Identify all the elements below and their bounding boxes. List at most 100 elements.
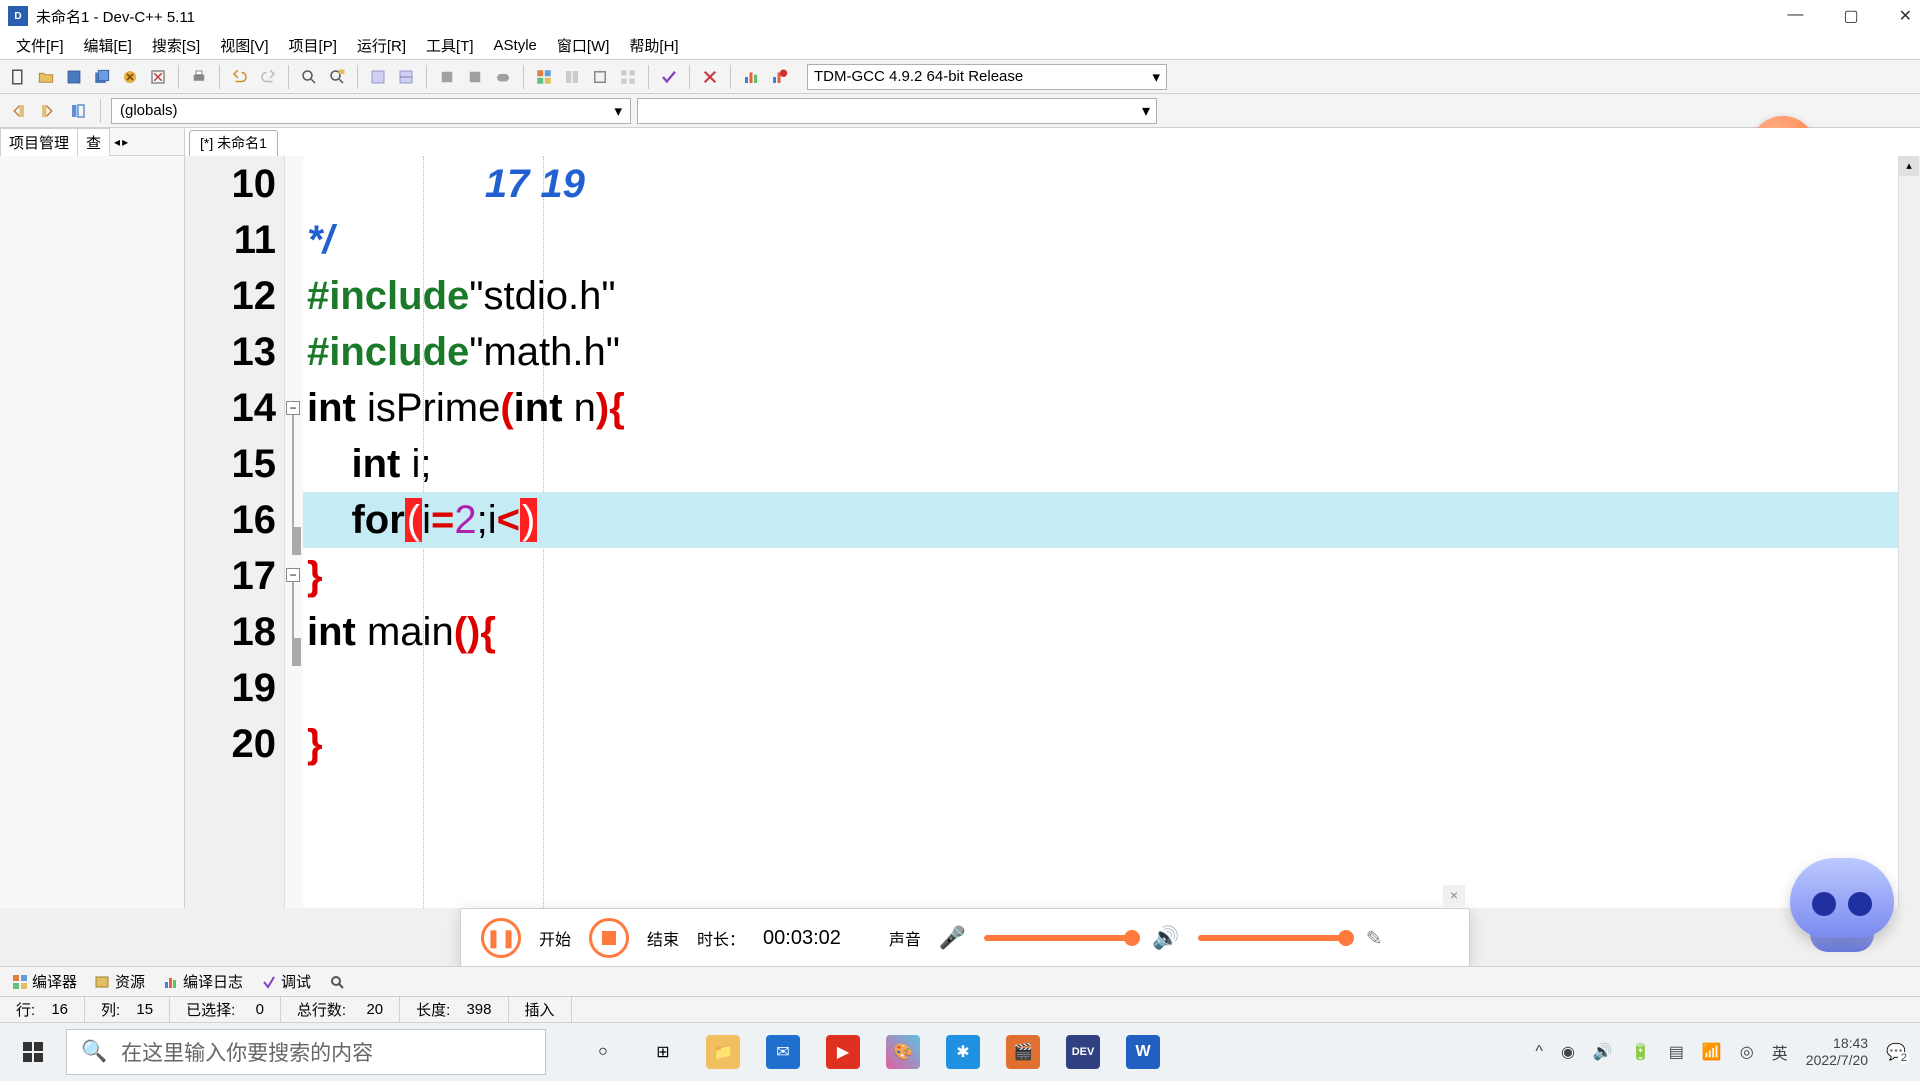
app-icon: D: [8, 6, 28, 26]
rebuild-icon[interactable]: [532, 65, 556, 89]
tab-debug[interactable]: 调试: [255, 969, 317, 994]
toggle-panel-icon[interactable]: [66, 99, 90, 123]
start-button[interactable]: [0, 1023, 66, 1081]
menu-tools[interactable]: 工具[T]: [416, 33, 484, 58]
tray-network-icon[interactable]: ▤: [1669, 1042, 1684, 1062]
class-combo[interactable]: ▾: [637, 98, 1157, 124]
pen-icon[interactable]: ✎: [1366, 926, 1383, 951]
print-icon[interactable]: [187, 65, 211, 89]
tab-nav-left-icon[interactable]: ◂: [114, 135, 120, 149]
windows-taskbar: 🔍 在这里输入你要搜索的内容 ○ ⊞ 📁 ✉ ▶ 🎨 ✱ 🎬 DEV W ^ ◉…: [0, 1022, 1920, 1080]
speaker-icon[interactable]: 🔊: [1152, 925, 1179, 951]
menu-file[interactable]: 文件[F]: [6, 33, 74, 58]
menu-bar: 文件[F] 编辑[E] 搜索[S] 视图[V] 项目[P] 运行[R] 工具[T…: [0, 32, 1920, 60]
open-file-icon[interactable]: [34, 65, 58, 89]
stop-icon[interactable]: [698, 65, 722, 89]
run-icon[interactable]: [463, 65, 487, 89]
fold-toggle-icon[interactable]: −: [286, 401, 300, 415]
mic-icon[interactable]: 🎤: [939, 925, 966, 951]
recorder-stop-label: 结束: [647, 926, 679, 950]
save-all-icon[interactable]: [90, 65, 114, 89]
menu-edit[interactable]: 编辑[E]: [74, 33, 142, 58]
tray-battery-icon[interactable]: 🔋: [1631, 1042, 1651, 1062]
tray-wifi-icon[interactable]: 📶: [1702, 1042, 1722, 1062]
tray-overflow-icon[interactable]: ^: [1535, 1043, 1543, 1061]
tab-class-view[interactable]: 查: [78, 128, 110, 156]
cortana-icon[interactable]: ○: [586, 1035, 620, 1069]
ime-language[interactable]: 英: [1772, 1040, 1788, 1064]
compiler-select[interactable]: TDM-GCC 4.9.2 64-bit Release▾: [807, 64, 1167, 90]
status-col: 15: [136, 1001, 153, 1018]
chart-icon[interactable]: [739, 65, 763, 89]
tab-nav-right-icon[interactable]: ▸: [122, 135, 128, 149]
tray-location-icon[interactable]: ◎: [1740, 1042, 1754, 1062]
goto-line-icon[interactable]: [366, 65, 390, 89]
check-icon[interactable]: [657, 65, 681, 89]
recorder-bar-close-icon[interactable]: ×: [1443, 885, 1465, 907]
menu-help[interactable]: 帮助[H]: [619, 33, 688, 58]
back-icon[interactable]: [6, 99, 30, 123]
speaker-volume-slider[interactable]: [1198, 935, 1348, 941]
grid-icon[interactable]: [616, 65, 640, 89]
maximize-button[interactable]: ▢: [1843, 6, 1858, 26]
tab-compiler[interactable]: 编译器: [6, 969, 83, 994]
new-file-icon[interactable]: [6, 65, 30, 89]
youtube-icon[interactable]: ▶: [826, 1035, 860, 1069]
menu-view[interactable]: 视图[V]: [210, 33, 278, 58]
close-all-icon[interactable]: [146, 65, 170, 89]
search-placeholder: 在这里输入你要搜索的内容: [121, 1037, 373, 1067]
replace-icon[interactable]: [325, 65, 349, 89]
recorder-start-label: 开始: [539, 926, 571, 950]
mic-volume-slider[interactable]: [984, 935, 1134, 941]
recorder-stop-button[interactable]: [589, 918, 629, 958]
bookmark-icon[interactable]: [394, 65, 418, 89]
taskbar-clock[interactable]: 18:432022/7/20: [1806, 1035, 1868, 1069]
fold-column: − −: [285, 156, 303, 908]
assistant-avatar[interactable]: [1782, 848, 1902, 968]
compiler-select-value: TDM-GCC 4.9.2 64-bit Release: [814, 68, 1023, 85]
close-button[interactable]: ✕: [1899, 6, 1912, 26]
profile-icon[interactable]: [588, 65, 612, 89]
window-title: 未命名1 - Dev-C++ 5.11: [36, 6, 1787, 27]
line-gutter: 101112 131415 161718 1920: [185, 156, 285, 908]
paint-icon[interactable]: 🎨: [886, 1035, 920, 1069]
undo-icon[interactable]: [228, 65, 252, 89]
video-editor-icon[interactable]: 🎬: [1006, 1035, 1040, 1069]
taskbar-search[interactable]: 🔍 在这里输入你要搜索的内容: [66, 1029, 546, 1075]
tab-search-results[interactable]: [323, 972, 351, 992]
globals-combo[interactable]: (globals)▾: [111, 98, 631, 124]
word-icon[interactable]: W: [1126, 1035, 1160, 1069]
compile-icon[interactable]: [435, 65, 459, 89]
devcpp-icon[interactable]: DEV: [1066, 1035, 1100, 1069]
minimize-button[interactable]: —: [1787, 6, 1803, 26]
menu-astyle[interactable]: AStyle: [484, 35, 547, 56]
tab-resources[interactable]: 资源: [89, 969, 151, 994]
menu-window[interactable]: 窗口[W]: [547, 33, 620, 58]
explorer-icon[interactable]: 📁: [706, 1035, 740, 1069]
vertical-scrollbar[interactable]: ▴: [1898, 156, 1920, 908]
file-tab[interactable]: [*] 未命名1: [189, 130, 278, 156]
notifications-icon[interactable]: 💬2: [1886, 1042, 1906, 1062]
menu-project[interactable]: 项目[P]: [279, 33, 347, 58]
save-icon[interactable]: [62, 65, 86, 89]
tray-volume-icon[interactable]: 🔊: [1593, 1042, 1613, 1062]
title-bar: D 未命名1 - Dev-C++ 5.11 — ▢ ✕: [0, 0, 1920, 32]
debug-icon[interactable]: [560, 65, 584, 89]
delete-chart-icon[interactable]: [767, 65, 791, 89]
tray-sync-icon[interactable]: ◉: [1561, 1042, 1575, 1062]
messaging-icon[interactable]: ✱: [946, 1035, 980, 1069]
tab-compile-log[interactable]: 编译日志: [157, 969, 249, 994]
forward-icon[interactable]: [36, 99, 60, 123]
menu-search[interactable]: 搜索[S]: [142, 33, 210, 58]
close-file-icon[interactable]: [118, 65, 142, 89]
fold-toggle-icon[interactable]: −: [286, 568, 300, 582]
recorder-pause-button[interactable]: ❚❚: [481, 918, 521, 958]
tab-project-manage[interactable]: 项目管理: [0, 128, 78, 156]
menu-run[interactable]: 运行[R]: [347, 33, 416, 58]
mail-icon[interactable]: ✉: [766, 1035, 800, 1069]
compile-run-icon[interactable]: [491, 65, 515, 89]
redo-icon[interactable]: [256, 65, 280, 89]
code-editor[interactable]: 101112 131415 161718 1920 − − 17 19 *: [185, 156, 1920, 908]
find-icon[interactable]: [297, 65, 321, 89]
task-view-icon[interactable]: ⊞: [646, 1035, 680, 1069]
